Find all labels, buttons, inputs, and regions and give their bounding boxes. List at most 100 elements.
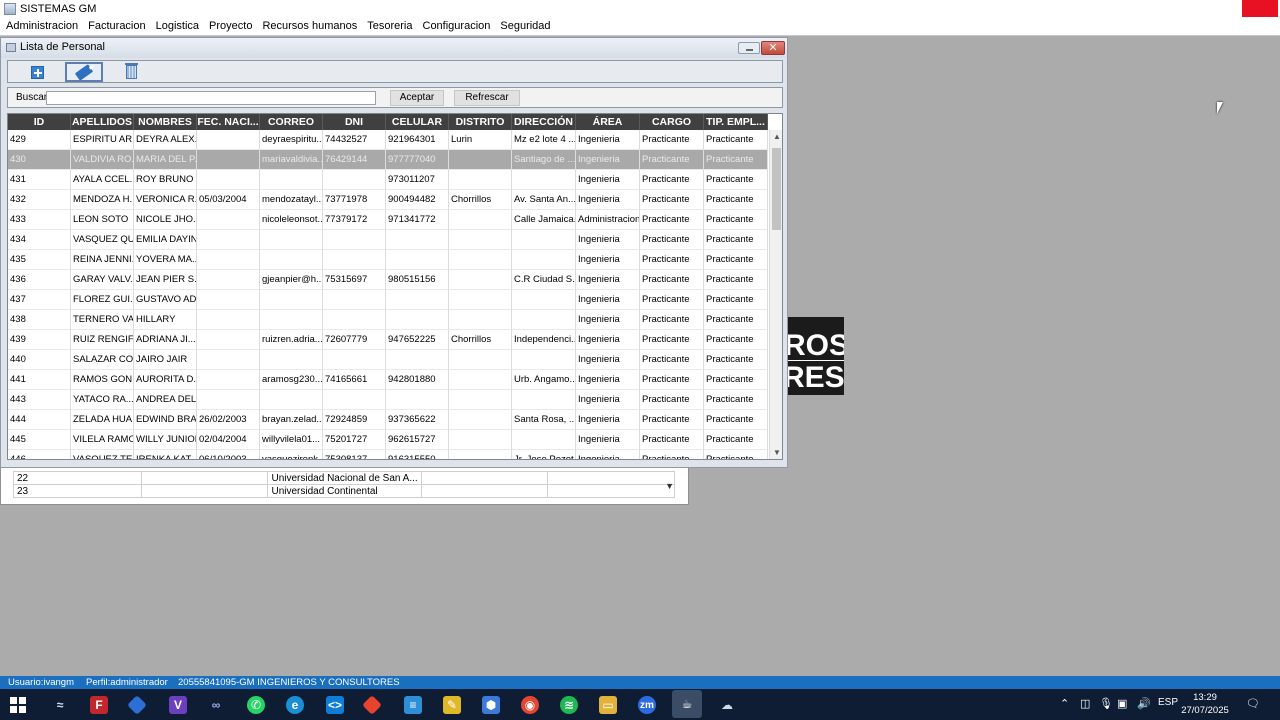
table-row[interactable]: 429 ESPIRITU AR... DEYRA ALEX... deyraespir…	[8, 130, 768, 150]
file-explorer-icon[interactable]: ▭	[599, 696, 617, 714]
search-input[interactable]	[46, 91, 376, 105]
table-row[interactable]: 440SALAZAR COBAJAIRO JAIRIngenieriaPract…	[8, 350, 768, 370]
waveform-app-icon[interactable]: ≈	[51, 696, 69, 714]
zoom-app-icon[interactable]: zm	[638, 696, 656, 714]
table-cell: 72924859	[323, 410, 386, 430]
menu-proyecto[interactable]: Proyecto	[204, 18, 257, 35]
delete-button[interactable]	[112, 62, 150, 82]
table-row[interactable]: 443YATACO RA...ANDREA DEL...IngenieriaPr…	[8, 390, 768, 410]
chrome-icon[interactable]: ◉	[521, 696, 539, 714]
menu-logistica[interactable]: Logistica	[151, 18, 204, 35]
java-app-icon[interactable]: ☕	[672, 690, 702, 718]
git-app-icon[interactable]	[362, 695, 382, 715]
menu-configuracion[interactable]: Configuracion	[418, 18, 496, 35]
microphone-icon[interactable]: 🎙	[1099, 697, 1113, 710]
clock[interactable]: 13:29 27/07/2025	[1180, 691, 1230, 717]
table-row[interactable]: 437FLOREZ GUI...GUSTAVO AD...IngenieriaP…	[8, 290, 768, 310]
table-row[interactable]: 23 Universidad Continental	[13, 484, 675, 498]
whatsapp-icon[interactable]: ✆	[247, 696, 265, 714]
accept-button[interactable]: Aceptar	[390, 90, 444, 106]
menu-facturacion[interactable]: Facturacion	[83, 18, 150, 35]
table-cell: Chorrillos	[449, 330, 512, 350]
table-cell: Practicante	[640, 330, 704, 350]
scroll-down-icon[interactable]: ▼	[770, 446, 782, 459]
column-header[interactable]: DNI	[323, 114, 386, 130]
hexagon-app-icon[interactable]: ⬢	[482, 696, 500, 714]
column-header[interactable]: NOMBRES	[134, 114, 197, 130]
link-app-icon[interactable]: ∞	[207, 696, 225, 714]
table-cell	[449, 210, 512, 230]
chevron-down-icon[interactable]: ▼	[665, 481, 674, 491]
table-row[interactable]: 439RUIZ RENGIFOADRIANA JI... ruizren.adri…	[8, 330, 768, 350]
add-button[interactable]	[18, 62, 56, 82]
table-row[interactable]: 431 AYALA CCEL... ROY BRUNO 973011207 Ingeni…	[8, 170, 768, 190]
table-cell	[323, 170, 386, 190]
column-header[interactable]: CELULAR	[386, 114, 449, 130]
language-indicator[interactable]: ESP	[1158, 697, 1178, 708]
chevron-up-icon[interactable]: ⌃	[1060, 697, 1069, 710]
table-row[interactable]: 436 GARAY VALV... JEAN PIER S... gjeanpier@…	[8, 270, 768, 290]
red-app-icon[interactable]: F	[90, 696, 108, 714]
table-row[interactable]: 432 MENDOZA H... VERONICA R... 05/03/2004 me…	[8, 190, 768, 210]
column-header[interactable]: CORREO	[260, 114, 323, 130]
table-row[interactable]: 434VASQUEZ QU...EMILIA DAYINIngenieriaPr…	[8, 230, 768, 250]
table-cell: EDWIND BRA...	[134, 410, 197, 430]
edit-button[interactable]	[65, 62, 103, 82]
meet-now-icon[interactable]: ◫	[1080, 697, 1090, 710]
table-cell: YATACO RA...	[71, 390, 134, 410]
table-cell: 74165661	[323, 370, 386, 390]
refresh-button[interactable]: Refrescar	[454, 90, 520, 106]
visual-studio-icon[interactable]: V	[169, 696, 187, 714]
window-titlebar[interactable]: Lista de Personal ✕	[1, 38, 787, 58]
remote-app-icon[interactable]: ☁	[718, 696, 736, 714]
spotify-icon[interactable]: ≋	[560, 696, 578, 714]
table-row[interactable]: 430 VALDIVIA RO... MARIA DEL P... mariavald…	[8, 150, 768, 170]
windows-start-icon[interactable]	[10, 697, 26, 713]
menu-administracion[interactable]: Administracion	[1, 18, 83, 35]
vscode-icon[interactable]: <>	[326, 696, 344, 714]
app-close-button[interactable]	[1242, 0, 1278, 17]
table-cell: DEYRA ALEX...	[134, 130, 197, 150]
column-header[interactable]: ID	[8, 114, 71, 130]
edge-browser-icon[interactable]: e	[286, 696, 304, 714]
table-cell	[449, 170, 512, 190]
column-header[interactable]: DIRECCIÓN	[512, 114, 576, 130]
table-cell	[449, 290, 512, 310]
column-header[interactable]: CARGO	[640, 114, 704, 130]
table-cell: Practicante	[640, 150, 704, 170]
table-row[interactable]: 433 LEON SOTO NICOLE JHO... nicoleleonsot..…	[8, 210, 768, 230]
table-row[interactable]: 441 RAMOS GON... AURORITA D... aramosg230..…	[8, 370, 768, 390]
table-cell: HILLARY	[134, 310, 197, 330]
table-row[interactable]: 445VILELA RAMOSWILLY JUNIOR02/04/2004wil…	[8, 430, 768, 450]
table-row[interactable]: 438TERNERO VA...HILLARYIngenieriaPractic…	[8, 310, 768, 330]
table-cell: 434	[8, 230, 71, 250]
menu-recursos-humanos[interactable]: Recursos humanos	[257, 18, 362, 35]
minimize-button[interactable]	[738, 42, 760, 54]
table-row[interactable]: 435 REINA JENNI... YOVERA MA... Ingenieria P…	[8, 250, 768, 270]
table-cell: 962615727	[386, 430, 449, 450]
layers-app-icon[interactable]: ≡	[404, 696, 422, 714]
column-header[interactable]: FEC. NACI...	[197, 114, 260, 130]
column-header[interactable]: APELLIDOS	[71, 114, 134, 130]
notes-app-icon[interactable]: ✎	[443, 696, 461, 714]
column-header[interactable]: ÁREA	[576, 114, 640, 130]
diamond-app-icon[interactable]	[127, 695, 147, 715]
notification-icon[interactable]: 🗨	[1246, 697, 1260, 710]
table-row[interactable]: 444ZELADA HUA...EDWIND BRA...26/02/2003b…	[8, 410, 768, 430]
network-icon[interactable]: ▣	[1117, 697, 1127, 710]
close-button[interactable]: ✕	[761, 41, 785, 55]
volume-icon[interactable]: 🔊	[1137, 697, 1151, 710]
table-row[interactable]: 22 Universidad Nacional de San A...	[13, 471, 675, 485]
column-header[interactable]: TIP. EMPL...	[704, 114, 768, 130]
column-header[interactable]: DISTRITO	[449, 114, 512, 130]
vertical-scrollbar[interactable]: ▲ ▼	[769, 130, 782, 459]
scroll-up-icon[interactable]: ▲	[770, 130, 782, 144]
table-cell	[260, 350, 323, 370]
table-cell: YOVERA MA...	[134, 250, 197, 270]
table-cell	[449, 250, 512, 270]
table-row[interactable]: 446 VASQUEZ TE... IRENKA KAT... 06/10/2003 v…	[8, 450, 768, 459]
scrollbar-thumb[interactable]	[772, 148, 781, 230]
menu-tesoreria[interactable]: Tesoreria	[362, 18, 417, 35]
menu-seguridad[interactable]: Seguridad	[495, 18, 555, 35]
menubar: Administracion Facturacion Logistica Pro…	[0, 18, 1280, 35]
